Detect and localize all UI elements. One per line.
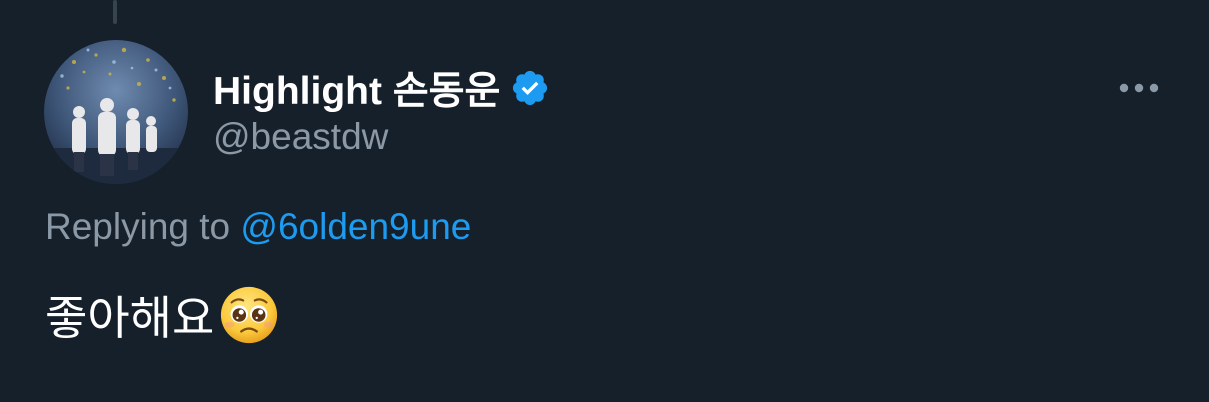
author-name-row[interactable]: Highlight 손동운 xyxy=(213,64,550,113)
tweet-body: 좋아해요 xyxy=(45,282,280,348)
avatar-image xyxy=(44,40,188,184)
reply-mention-link[interactable]: @6olden9une xyxy=(240,206,471,247)
pleading-face-emoji-icon xyxy=(218,284,280,346)
more-options-button[interactable] xyxy=(1112,72,1166,104)
verified-badge-icon xyxy=(510,68,550,108)
avatar[interactable] xyxy=(44,40,188,184)
replying-to-label: Replying to xyxy=(45,206,231,247)
more-horizontal-icon xyxy=(1119,83,1159,93)
replying-to-line: Replying to @6olden9une xyxy=(45,206,471,248)
tweet-text: 좋아해요 xyxy=(45,291,215,345)
thread-connector-line xyxy=(113,0,117,24)
author-handle[interactable]: @beastdw xyxy=(213,116,388,158)
author-display-name[interactable]: Highlight 손동운 xyxy=(213,60,500,116)
